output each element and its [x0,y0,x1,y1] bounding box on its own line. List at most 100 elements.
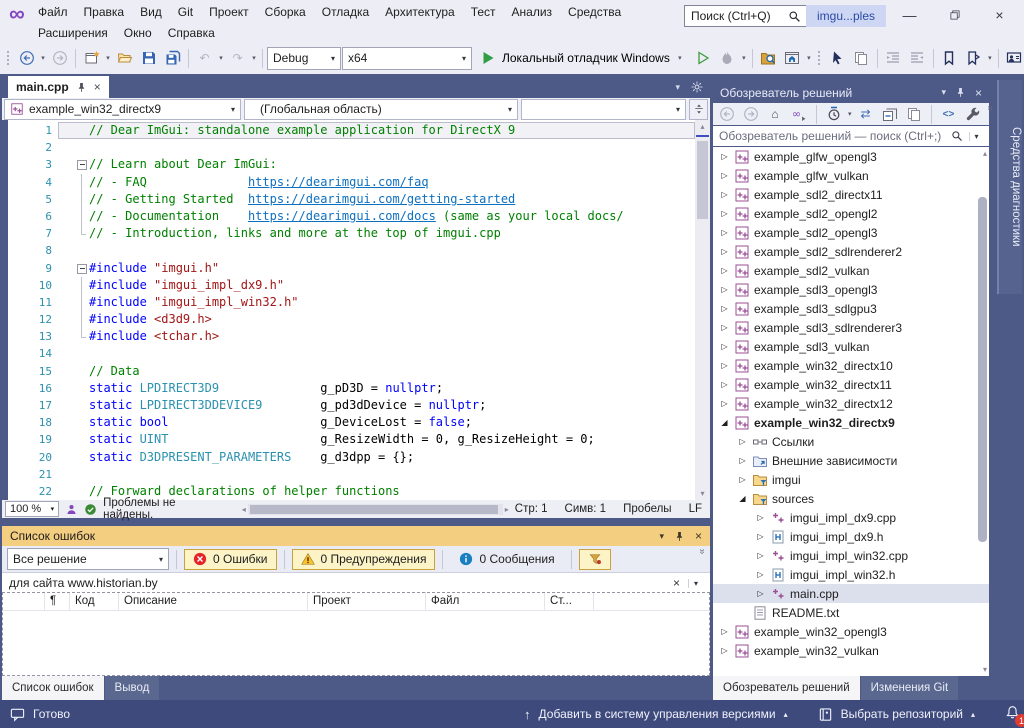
tree-item[interactable]: ▷example_glfw_vulkan [713,166,989,185]
window-position-chevron-icon[interactable]: ▾ [659,531,664,542]
column-header[interactable]: ¶ [45,592,70,610]
tree-item[interactable]: ▷example_sdl2_opengl2 [713,204,989,223]
problems-status-label[interactable]: Проблемы не найдены. [103,497,210,521]
decrease-indent-button[interactable] [882,47,905,70]
expander-collapsed-icon[interactable]: ▷ [737,437,748,446]
expander-collapsed-icon[interactable]: ▷ [737,456,748,465]
expander-collapsed-icon[interactable]: ▷ [719,323,730,332]
scope-filter-combo[interactable]: Все решение ▾ [7,548,169,570]
code-link[interactable]: https://dearimgui.com/faq [248,175,429,189]
chevron-down-icon[interactable]: ▾ [217,54,225,62]
expander-collapsed-icon[interactable]: ▷ [719,228,730,237]
select-element-button[interactable] [826,47,849,70]
search-options-chevron-icon[interactable]: ▾ [969,132,983,141]
add-to-source-control-button[interactable]: ↑ Добавить в систему управления версиями… [524,707,788,722]
expander-expanded-icon[interactable]: ◢ [719,418,730,427]
line-indicator[interactable]: Стр: 1 [515,503,548,515]
expander-collapsed-icon[interactable]: ▷ [719,646,730,655]
expander-collapsed-icon[interactable]: ▷ [719,209,730,218]
expander-expanded-icon[interactable]: ◢ [737,494,748,503]
tree-item[interactable]: ▷example_sdl3_sdlrenderer3 [713,318,989,337]
tab-main-cpp[interactable]: main.cpp × [8,76,109,98]
scrollbar-thumb[interactable] [697,141,708,219]
tab-list-chevron-icon[interactable]: ▾ [675,82,680,93]
start-without-debugging-button[interactable] [692,47,715,70]
navigate-home-button[interactable] [781,47,804,70]
zoom-combo[interactable]: 100 % ▾ [5,501,59,517]
expander-collapsed-icon[interactable]: ▷ [719,285,730,294]
scroll-up-icon[interactable]: ▴ [983,149,987,158]
tab-error-list[interactable]: Список ошибок [2,676,104,700]
column-indicator[interactable]: Симв: 1 [565,503,607,515]
navigate-back-button[interactable] [15,47,38,70]
menu-item[interactable]: Вид [132,5,170,19]
column-header[interactable]: Файл [426,592,545,610]
window-position-chevron-icon[interactable]: ▾ [941,87,946,98]
toolbar-grip[interactable] [817,50,822,67]
switch-views-button[interactable]: ∞ [789,104,809,124]
menu-item[interactable]: Правка [76,5,133,19]
tree-item[interactable]: ◢sources [713,489,989,508]
hscroll-thumb[interactable] [250,505,498,514]
expander-collapsed-icon[interactable]: ▷ [755,513,766,522]
scroll-down-icon[interactable]: ▾ [695,487,710,500]
back-button[interactable] [717,104,737,124]
expander-collapsed-icon[interactable]: ▷ [755,532,766,541]
expander-collapsed-icon[interactable]: ▷ [719,627,730,636]
expander-collapsed-icon[interactable]: ▷ [719,266,730,275]
notifications-button[interactable]: 1 [1005,705,1020,723]
column-header[interactable]: Код [70,592,119,610]
tree-item[interactable]: ▷example_sdl2_directx11 [713,185,989,204]
tree-item[interactable]: ▷example_sdl2_sdlrenderer2 [713,242,989,261]
menu-item[interactable]: Справка [160,26,223,40]
tab-git-changes[interactable]: Изменения Git [861,676,958,700]
menu-item[interactable]: Окно [116,26,160,40]
pending-changes-filter-button[interactable] [824,104,844,124]
scroll-left-icon[interactable]: ◂ [242,505,246,514]
search-options-chevron-icon[interactable]: ▾ [688,579,703,588]
next-bookmark-button[interactable] [962,47,985,70]
expander-collapsed-icon[interactable]: ▷ [719,190,730,199]
expander-collapsed-icon[interactable]: ▷ [719,152,730,161]
solution-platform-combo[interactable]: x64 ▾ [342,47,472,70]
live-share-button[interactable] [1003,47,1024,70]
menu-item[interactable]: Архитектура [377,5,463,19]
expander-collapsed-icon[interactable]: ▷ [719,399,730,408]
chevron-down-icon[interactable]: ▾ [104,54,112,62]
tree-item[interactable]: ▷example_win32_opengl3 [713,622,989,641]
column-header[interactable]: Ст... [545,592,594,610]
tree-item[interactable]: ▷example_sdl3_opengl3 [713,280,989,299]
editor-vertical-scrollbar[interactable]: ▴ ▾ [695,120,710,500]
tree-item[interactable]: README.txt [713,603,989,622]
code-link[interactable]: https://dearimgui.com/docs [248,209,436,223]
tree-item[interactable]: ▷imgui_impl_win32.cpp [713,546,989,565]
menu-item[interactable]: Сборка [257,5,314,19]
tree-item[interactable]: ▷example_sdl2_vulkan [713,261,989,280]
forward-button[interactable] [741,104,761,124]
solution-configuration-combo[interactable]: Debug ▾ [267,47,341,70]
tree-item[interactable]: ▷example_sdl3_vulkan [713,337,989,356]
menu-item[interactable]: Анализ [504,5,561,19]
scrollbar-thumb[interactable] [978,197,987,542]
gear-icon[interactable] [690,80,704,94]
scroll-down-icon[interactable]: ▾ [983,665,987,674]
menu-item[interactable]: Проект [201,5,257,19]
hot-reload-button[interactable] [716,47,739,70]
fold-collapse-icon[interactable] [74,260,89,277]
chevron-down-icon[interactable]: ▾ [986,54,994,62]
expander-collapsed-icon[interactable]: ▷ [755,589,766,598]
tree-item[interactable]: ▷example_sdl3_sdlgpu3 [713,299,989,318]
toolbar-overflow-icon[interactable]: » [697,549,708,555]
fold-collapse-icon[interactable] [74,156,89,173]
tree-item[interactable]: ▷Внешние зависимости [713,451,989,470]
column-header[interactable]: Проект [308,592,426,610]
expander-collapsed-icon[interactable]: ▷ [737,475,748,484]
view-code-button[interactable]: <> [939,104,959,124]
tab-diagnostic-tools[interactable]: Средства диагностики [997,80,1022,294]
tree-item[interactable]: ▷example_sdl2_opengl3 [713,223,989,242]
chevron-down-icon[interactable]: ▾ [848,110,852,118]
tree-item[interactable]: ▷imgui [713,470,989,489]
chevron-down-icon[interactable]: ▾ [39,54,47,62]
hscroll-track[interactable] [248,504,503,515]
warnings-filter-button[interactable]: 0 Предупреждения [292,549,436,570]
